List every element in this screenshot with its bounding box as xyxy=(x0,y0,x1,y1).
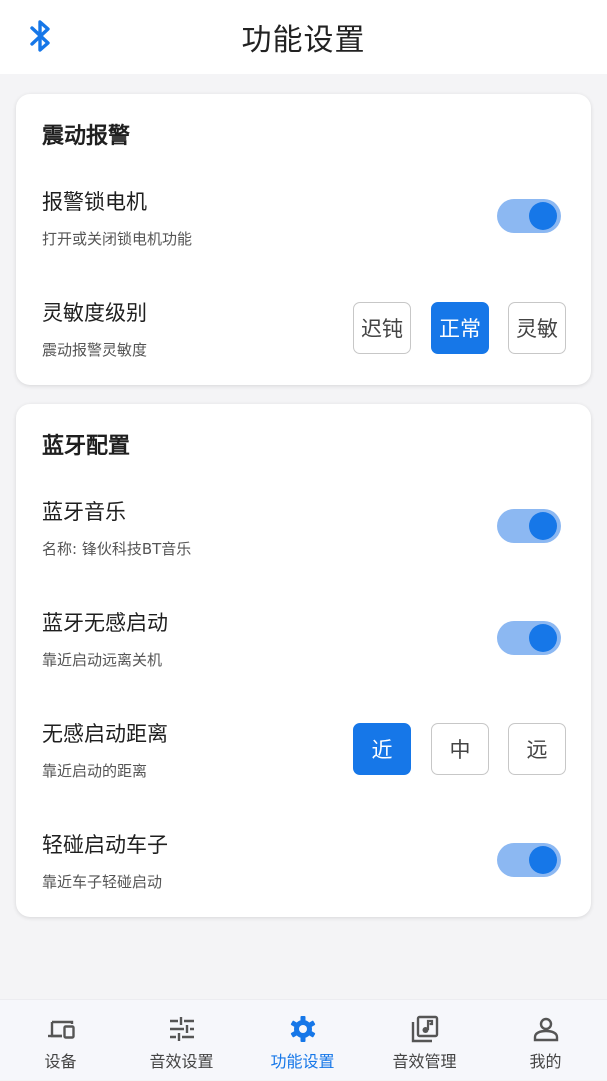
touch-start-toggle[interactable] xyxy=(497,843,561,877)
toggle-knob xyxy=(529,202,557,230)
bt-music-toggle[interactable] xyxy=(497,509,561,543)
devices-icon xyxy=(47,1020,75,1039)
tab-label: 音效管理 xyxy=(392,1052,457,1071)
setting-label: 灵敏度级别 xyxy=(42,301,147,325)
bluetooth-config-card: 蓝牙配置 蓝牙音乐 名称: 锋伙科技BT音乐 蓝牙无感启动 靠近启动远离关机 无… xyxy=(16,404,591,917)
gear-icon xyxy=(290,1016,315,1042)
lock-motor-toggle[interactable] xyxy=(497,199,561,233)
person-icon xyxy=(533,1017,558,1042)
tab-label: 功能设置 xyxy=(270,1052,335,1071)
card-title-vibration: 震动报警 xyxy=(42,124,131,149)
tab-devices[interactable]: 设备 xyxy=(0,1000,121,1081)
sliders-icon xyxy=(169,1017,194,1041)
keyless-start-toggle[interactable] xyxy=(497,621,561,655)
setting-label: 轻碰启动车子 xyxy=(42,833,168,857)
sensitivity-option-sensitive[interactable]: 灵敏 xyxy=(508,302,566,354)
toggle-knob xyxy=(529,624,557,652)
setting-label: 蓝牙无感启动 xyxy=(42,611,168,635)
page-title: 功能设置 xyxy=(241,23,366,58)
vibration-alarm-card: 震动报警 报警锁电机 打开或关闭锁电机功能 灵敏度级别 震动报警灵敏度 迟钝 正… xyxy=(16,94,591,385)
bottom-tab-bar: 设备 音效设置 功能设置 音效管理 我的 xyxy=(0,999,607,1080)
setting-label: 无感启动距离 xyxy=(42,722,168,746)
setting-description: 震动报警灵敏度 xyxy=(42,341,148,359)
setting-description: 靠近车子轻碰启动 xyxy=(42,873,163,891)
setting-label: 蓝牙音乐 xyxy=(42,500,126,524)
app-header: 功能设置 xyxy=(0,0,607,74)
tab-sound-settings[interactable]: 音效设置 xyxy=(121,1000,242,1081)
setting-row-touch-start: 轻碰启动车子 靠近车子轻碰启动 xyxy=(16,829,591,919)
tab-label: 音效设置 xyxy=(149,1052,214,1071)
distance-option-medium[interactable]: 中 xyxy=(431,723,489,775)
distance-option-near[interactable]: 近 xyxy=(353,723,411,775)
setting-row-keyless-start: 蓝牙无感启动 靠近启动远离关机 xyxy=(16,607,591,697)
tab-mine[interactable]: 我的 xyxy=(485,1000,606,1081)
tab-function-settings[interactable]: 功能设置 xyxy=(242,1000,363,1081)
toggle-knob xyxy=(529,846,557,874)
card-title-bluetooth: 蓝牙配置 xyxy=(42,434,131,459)
setting-row-start-distance: 无感启动距离 靠近启动的距离 近 中 远 xyxy=(16,718,591,808)
setting-description: 靠近启动远离关机 xyxy=(42,651,163,669)
setting-description: 名称: 锋伙科技BT音乐 xyxy=(42,540,192,558)
sensitivity-option-normal[interactable]: 正常 xyxy=(431,302,489,354)
setting-row-lock-motor: 报警锁电机 打开或关闭锁电机功能 xyxy=(16,186,591,276)
sensitivity-option-dull[interactable]: 迟钝 xyxy=(353,302,411,354)
setting-description: 打开或关闭锁电机功能 xyxy=(42,230,193,248)
distance-option-far[interactable]: 远 xyxy=(508,723,566,775)
music-library-icon xyxy=(411,1015,438,1043)
setting-description: 靠近启动的距离 xyxy=(42,762,148,780)
tab-label: 设备 xyxy=(44,1052,77,1071)
tab-sound-management[interactable]: 音效管理 xyxy=(364,1000,485,1081)
toggle-knob xyxy=(529,512,557,540)
setting-label: 报警锁电机 xyxy=(42,190,147,214)
tab-label: 我的 xyxy=(529,1052,562,1071)
setting-row-sensitivity: 灵敏度级别 震动报警灵敏度 迟钝 正常 灵敏 xyxy=(16,297,591,387)
setting-row-bt-music: 蓝牙音乐 名称: 锋伙科技BT音乐 xyxy=(16,496,591,586)
bluetooth-icon[interactable] xyxy=(26,18,56,54)
